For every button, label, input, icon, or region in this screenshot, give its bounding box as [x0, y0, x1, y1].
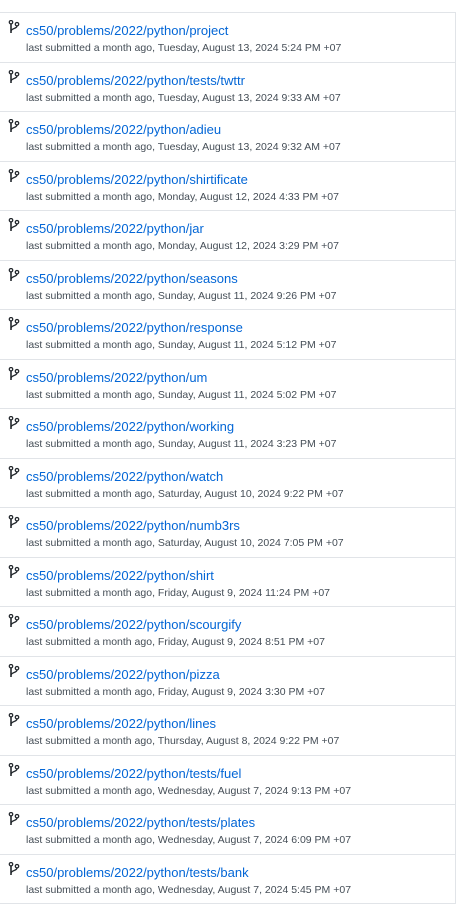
- list-item: cs50/problems/2022/python/tests/twttr la…: [0, 63, 455, 113]
- submission-timestamp: last submitted a month ago, Tuesday, Aug…: [26, 42, 341, 55]
- git-branch-icon: [8, 862, 20, 876]
- list-item: cs50/problems/2022/python/adieu last sub…: [0, 112, 455, 162]
- submission-timestamp: last submitted a month ago, Wednesday, A…: [26, 834, 351, 847]
- list-item: cs50/problems/2022/python/tests/bank las…: [0, 855, 455, 904]
- git-branch-icon: [8, 268, 20, 282]
- repo-link[interactable]: cs50/problems/2022/python/lines: [26, 716, 216, 732]
- git-branch-icon: [8, 664, 20, 678]
- list-item: cs50/problems/2022/python/seasons last s…: [0, 261, 455, 311]
- submission-timestamp: last submitted a month ago, Friday, Augu…: [26, 587, 330, 600]
- repo-link[interactable]: cs50/problems/2022/python/numb3rs: [26, 518, 240, 534]
- submission-timestamp: last submitted a month ago, Tuesday, Aug…: [26, 92, 341, 105]
- repo-link[interactable]: cs50/problems/2022/python/pizza: [26, 667, 220, 683]
- submission-timestamp: last submitted a month ago, Monday, Augu…: [26, 191, 339, 204]
- submission-timestamp: last submitted a month ago, Friday, Augu…: [26, 686, 325, 699]
- submission-timestamp: last submitted a month ago, Saturday, Au…: [26, 488, 344, 501]
- repo-link[interactable]: cs50/problems/2022/python/shirtificate: [26, 172, 248, 188]
- git-branch-icon: [8, 317, 20, 331]
- list-item: cs50/problems/2022/python/shirt last sub…: [0, 558, 455, 608]
- git-branch-icon: [8, 20, 20, 34]
- submission-timestamp: last submitted a month ago, Wednesday, A…: [26, 785, 351, 798]
- submission-timestamp: last submitted a month ago, Sunday, Augu…: [26, 438, 336, 451]
- submission-timestamp: last submitted a month ago, Friday, Augu…: [26, 636, 325, 649]
- git-branch-icon: [8, 169, 20, 183]
- git-branch-icon: [8, 119, 20, 133]
- submission-timestamp: last submitted a month ago, Wednesday, A…: [26, 884, 351, 897]
- repo-link[interactable]: cs50/problems/2022/python/seasons: [26, 271, 238, 287]
- submission-timestamp: last submitted a month ago, Thursday, Au…: [26, 735, 339, 748]
- submission-timestamp: last submitted a month ago, Sunday, Augu…: [26, 290, 336, 303]
- submission-timestamp: last submitted a month ago, Tuesday, Aug…: [26, 141, 341, 154]
- submission-timestamp: last submitted a month ago, Sunday, Augu…: [26, 339, 336, 352]
- list-item: cs50/problems/2022/python/jar last submi…: [0, 211, 455, 261]
- repo-link[interactable]: cs50/problems/2022/python/jar: [26, 221, 204, 237]
- repo-link[interactable]: cs50/problems/2022/python/tests/fuel: [26, 766, 241, 782]
- list-item: cs50/problems/2022/python/project last s…: [0, 13, 455, 63]
- list-item: cs50/problems/2022/python/shirtificate l…: [0, 162, 455, 212]
- repo-link[interactable]: cs50/problems/2022/python/tests/plates: [26, 815, 255, 831]
- submission-timestamp: last submitted a month ago, Sunday, Augu…: [26, 389, 336, 402]
- repo-link[interactable]: cs50/problems/2022/python/tests/bank: [26, 865, 249, 881]
- git-branch-icon: [8, 466, 20, 480]
- list-item: cs50/problems/2022/python/working last s…: [0, 409, 455, 459]
- submission-timestamp: last submitted a month ago, Monday, Augu…: [26, 240, 339, 253]
- git-branch-icon: [8, 812, 20, 826]
- list-item: cs50/problems/2022/python/tests/plates l…: [0, 805, 455, 855]
- git-branch-icon: [8, 218, 20, 232]
- git-branch-icon: [8, 515, 20, 529]
- repo-link[interactable]: cs50/problems/2022/python/project: [26, 23, 228, 39]
- list-item: cs50/problems/2022/python/lines last sub…: [0, 706, 455, 756]
- git-branch-icon: [8, 614, 20, 628]
- list-item: cs50/problems/2022/python/pizza last sub…: [0, 657, 455, 707]
- git-branch-icon: [8, 713, 20, 727]
- repo-link[interactable]: cs50/problems/2022/python/adieu: [26, 122, 221, 138]
- repo-link[interactable]: cs50/problems/2022/python/scourgify: [26, 617, 241, 633]
- repo-link[interactable]: cs50/problems/2022/python/response: [26, 320, 243, 336]
- repo-link[interactable]: cs50/problems/2022/python/um: [26, 370, 207, 386]
- list-item: cs50/problems/2022/python/tests/fuel las…: [0, 756, 455, 806]
- git-branch-icon: [8, 70, 20, 84]
- repo-link[interactable]: cs50/problems/2022/python/tests/twttr: [26, 73, 245, 89]
- list-item: cs50/problems/2022/python/numb3rs last s…: [0, 508, 455, 558]
- git-branch-icon: [8, 565, 20, 579]
- submission-list: cs50/problems/2022/python/project last s…: [0, 12, 456, 904]
- repo-link[interactable]: cs50/problems/2022/python/shirt: [26, 568, 214, 584]
- git-branch-icon: [8, 763, 20, 777]
- list-item: cs50/problems/2022/python/response last …: [0, 310, 455, 360]
- list-item: cs50/problems/2022/python/um last submit…: [0, 360, 455, 410]
- git-branch-icon: [8, 416, 20, 430]
- repo-link[interactable]: cs50/problems/2022/python/watch: [26, 469, 223, 485]
- repo-link[interactable]: cs50/problems/2022/python/working: [26, 419, 234, 435]
- submission-timestamp: last submitted a month ago, Saturday, Au…: [26, 537, 344, 550]
- list-item: cs50/problems/2022/python/watch last sub…: [0, 459, 455, 509]
- list-item: cs50/problems/2022/python/scourgify last…: [0, 607, 455, 657]
- git-branch-icon: [8, 367, 20, 381]
